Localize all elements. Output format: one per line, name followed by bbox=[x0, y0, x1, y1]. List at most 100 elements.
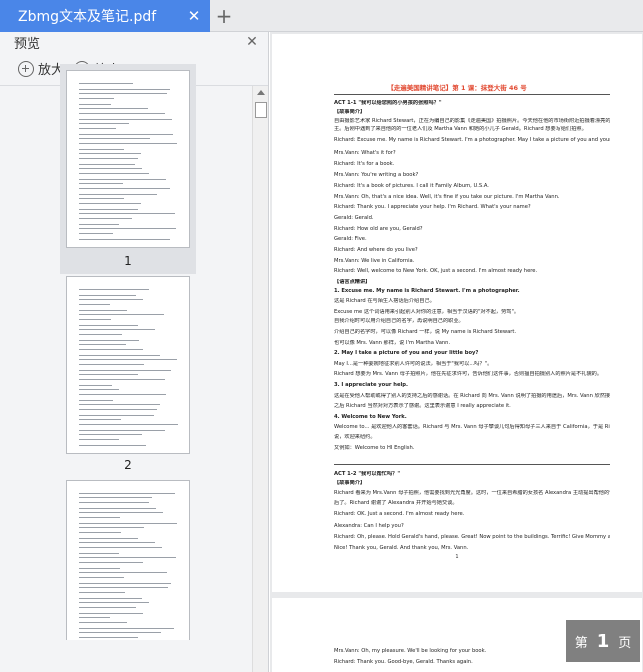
document-line: Richard 看来为 Mrs.Vann 母子拍照，他需要找到光光角度。这时，一… bbox=[334, 490, 610, 496]
thumbnail-page-1[interactable]: 1 bbox=[60, 64, 196, 274]
document-line: 【语言点精讲】 bbox=[334, 279, 371, 285]
thumbnail-text-line bbox=[79, 622, 127, 623]
thumbnail-image bbox=[66, 276, 190, 454]
page-indicator-number: 1 bbox=[596, 630, 610, 652]
thumbnail-text-line bbox=[79, 497, 152, 498]
document-line: 2. May I take a picture of you and your … bbox=[334, 350, 479, 356]
thumbnail-text-line bbox=[79, 508, 156, 509]
thumbnail-text-line bbox=[79, 424, 178, 425]
thumbnail-text-line bbox=[79, 385, 112, 386]
document-line: 说，欢迎来纽约。 bbox=[334, 434, 376, 440]
thumbnail-text-line bbox=[79, 434, 142, 435]
thumbnail-text-line bbox=[79, 598, 142, 599]
thumbnail-text-line bbox=[79, 194, 157, 195]
thumbnail-text-line bbox=[79, 415, 154, 416]
document-tab[interactable]: Zbmg文本及笔记.pdf ✕ bbox=[0, 0, 210, 32]
thumbnail-text-line bbox=[79, 587, 168, 588]
thumbnail-text-line bbox=[79, 439, 119, 440]
document-line: 【故事简介】 bbox=[334, 480, 366, 486]
thumbnail-text-line bbox=[79, 224, 119, 225]
tab-bar: Zbmg文本及笔记.pdf ✕ + bbox=[0, 0, 643, 32]
tab-title: Zbmg文本及笔记.pdf bbox=[18, 9, 157, 25]
document-viewer[interactable]: 【走遍美国精讲笔记】第 1 课：抹登大街 46 号 ACT 1-1 "我可以给您… bbox=[270, 32, 643, 672]
thumbnail-text-line bbox=[79, 419, 121, 420]
thumbnail-text-line bbox=[79, 104, 111, 105]
document-line: 这是在受他人帮助或得了别人的支持之后的感谢话。在 Richard 向 Mrs. … bbox=[334, 393, 610, 399]
close-icon[interactable]: ✕ bbox=[244, 34, 260, 50]
document-line: Richard: It's for a book. bbox=[334, 161, 395, 167]
thumbnail-text-line bbox=[79, 334, 122, 335]
thumbnail-text-line bbox=[79, 493, 175, 494]
pdf-page: 【走遍美国精讲笔记】第 1 课：抹登大街 46 号 ACT 1-1 "我可以给您… bbox=[272, 34, 642, 592]
thumbnail-text-line bbox=[79, 632, 161, 633]
thumbnail-text-line bbox=[79, 389, 119, 390]
document-line: 后了。Richard 谢谢了 Alexandra 并开始与她交谈。 bbox=[334, 500, 458, 506]
thumbnail-text-line bbox=[79, 553, 119, 554]
page-indicator-suffix: 页 bbox=[618, 635, 632, 651]
new-tab-icon[interactable]: + bbox=[212, 4, 236, 28]
document-line: 介绍自己的名字时，可以像 Richard 一样，说 My name is Ric… bbox=[334, 329, 517, 335]
document-title: 【走遍美国精讲笔记】第 1 课：抹登大街 46 号 bbox=[387, 84, 527, 92]
thumbnail-text-line bbox=[79, 299, 143, 300]
title-rule bbox=[334, 94, 610, 95]
thumbnail-page-3[interactable] bbox=[60, 474, 196, 640]
document-line: 自由摄影艺术家 Richard Stewart，正在为编自己的影集《走遍美国》拍… bbox=[334, 118, 610, 124]
thumbnail-text-line bbox=[79, 325, 138, 326]
thumbnail-text-line bbox=[79, 340, 139, 341]
document-line: 3. I appreciate your help. bbox=[334, 382, 408, 388]
thumbnail-text-line bbox=[79, 228, 176, 229]
panel-title: 预览 bbox=[14, 37, 41, 52]
thumbnail-text-line bbox=[79, 239, 170, 240]
document-line: Mrs.Vann: Oh, that's a nice idea. Well, … bbox=[334, 194, 560, 200]
thumbnail-text-line bbox=[79, 557, 176, 558]
document-line: Alexandra: Can I help you? bbox=[334, 523, 404, 529]
document-line: Richard: How old are you, Gerald? bbox=[334, 226, 423, 232]
thumbnail-text-line bbox=[79, 532, 121, 533]
thumbnail-text-line bbox=[79, 607, 136, 608]
document-line: Richard: Thank you. I appreciate your he… bbox=[334, 204, 531, 210]
thumbnail-text-line bbox=[79, 173, 149, 174]
thumbnail-page-2[interactable]: 2 bbox=[60, 270, 196, 480]
close-icon[interactable]: ✕ bbox=[182, 4, 206, 28]
thumbnail-text-line bbox=[79, 304, 110, 305]
scroll-up-icon[interactable] bbox=[257, 90, 265, 95]
thumbnail-text-line bbox=[79, 329, 155, 330]
thumbnail-text-line bbox=[79, 149, 124, 150]
document-line: Mrs.Vann: We live in California. bbox=[334, 258, 415, 264]
thumbnail-text-line bbox=[79, 203, 141, 204]
thumbnail-text-line bbox=[79, 119, 172, 120]
document-line: Richard: Excuse me. My name is Richard S… bbox=[334, 137, 610, 143]
thumbnail-text-line bbox=[79, 538, 138, 539]
document-line: ACT 1-1 "我可以给您照的小男孩的张照吗？" bbox=[334, 100, 442, 106]
scroll-thumb[interactable] bbox=[255, 102, 267, 118]
thumbnail-text-line bbox=[79, 394, 166, 395]
document-line: 自我介绍时可以用介绍自己的名字，再说明自己的职业。 bbox=[334, 318, 464, 324]
thumbnail-text-line bbox=[79, 370, 171, 371]
thumbnail-text-line bbox=[79, 568, 120, 569]
thumbnail-text-line bbox=[79, 128, 116, 129]
thumbnail-text-line bbox=[79, 547, 162, 548]
thumbnail-text-line bbox=[79, 218, 132, 219]
document-line: Mrs.Vann: You're writing a book? bbox=[334, 172, 419, 178]
thumbnail-text-line bbox=[79, 400, 113, 401]
thumbnail-text-line bbox=[79, 602, 149, 603]
thumbnail-text-line bbox=[79, 143, 177, 144]
thumbnail-text-line bbox=[79, 164, 135, 165]
document-line: 主。后刚中遇到了来自他的的一位老人们及 Martha Vann 和她的小儿子 G… bbox=[334, 126, 587, 132]
page-indicator-prefix: 第 bbox=[574, 635, 588, 651]
document-line: Nice! Thank you, Gerald. And thank you, … bbox=[334, 545, 469, 551]
thumbnail-text-line bbox=[79, 445, 146, 446]
thumbnail-text-line bbox=[79, 213, 175, 214]
document-line: Mrs.Vann: What's it for? bbox=[334, 150, 396, 156]
document-line: Gerald: Five. bbox=[334, 236, 367, 242]
thumbnail-number: 2 bbox=[124, 458, 132, 472]
thumbnail-text-line bbox=[79, 409, 157, 410]
thumbnail-text-line bbox=[79, 158, 138, 159]
document-line: ACT 1-2 "我可以帮忙吗？" bbox=[334, 471, 401, 477]
thumbnail-scrollbar[interactable] bbox=[252, 86, 268, 672]
thumbnail-text-line bbox=[79, 123, 129, 124]
thumbnail-text-line bbox=[79, 613, 143, 614]
document-line: Richard: And where do you live? bbox=[334, 247, 418, 253]
thumbnail-text-line bbox=[79, 83, 133, 84]
thumbnail-text-line bbox=[79, 523, 177, 524]
